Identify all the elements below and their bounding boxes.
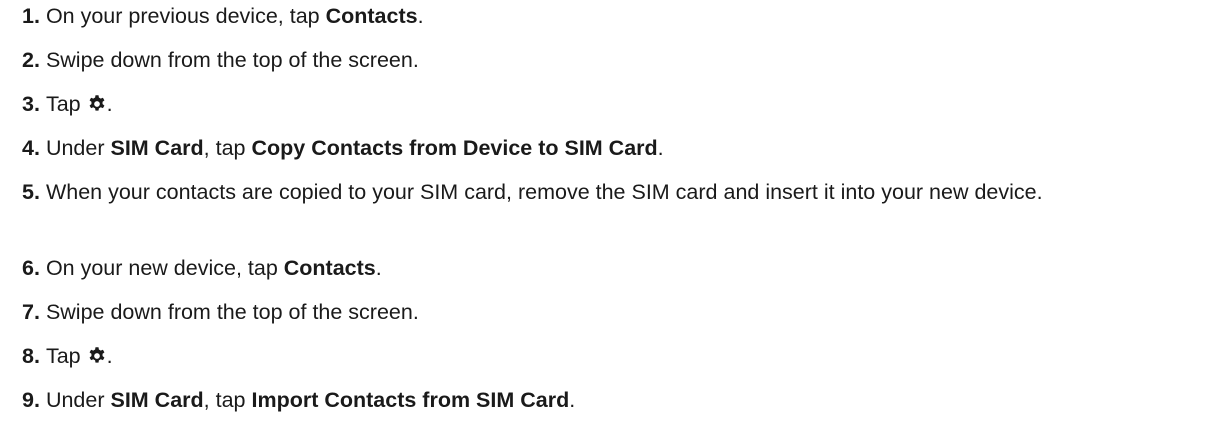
step-number: 1. xyxy=(22,4,40,28)
step-text-part: On your previous device, tap xyxy=(45,4,326,28)
step-number: 4. xyxy=(22,136,40,160)
step-text: Tap . xyxy=(46,341,1195,372)
step-number: 2. xyxy=(22,48,40,72)
step-number: 3. xyxy=(22,92,40,116)
step-8: 8. Tap . xyxy=(22,341,1195,372)
step-text: On your previous device, tap Contacts. xyxy=(46,1,1195,32)
step-text: Swipe down from the top of the screen. xyxy=(45,300,419,324)
contacts-label: Contacts xyxy=(325,4,418,28)
contacts-label: Contacts xyxy=(283,256,376,280)
step-text-part: , tap xyxy=(203,388,252,412)
step-text: Under SIM Card, tap Import Contacts from… xyxy=(46,385,1195,416)
step-text-part: Tap xyxy=(45,92,87,116)
step-text: Under SIM Card, tap Copy Contacts from D… xyxy=(46,133,1195,164)
sim-card-label: SIM Card xyxy=(110,136,204,160)
step-1: 1. On your previous device, tap Contacts… xyxy=(22,1,1195,32)
step-text-part: On your new device, tap xyxy=(45,256,284,280)
gear-icon xyxy=(89,95,104,111)
step-number: 7. xyxy=(22,300,40,324)
import-contacts-label: Import Contacts from SIM Card xyxy=(251,388,570,412)
step-5: 5. When your contacts are copied to your… xyxy=(22,177,1195,208)
step-text-part: . xyxy=(569,388,576,412)
step-text-part: Under xyxy=(45,136,111,160)
step-text-part: . xyxy=(106,92,113,116)
step-3: 3. Tap . xyxy=(22,89,1195,120)
step-text: Tap . xyxy=(46,89,1195,120)
step-text-part: . xyxy=(657,136,664,160)
step-text-part: . xyxy=(106,344,113,368)
step-text-part: Under xyxy=(45,388,111,412)
step-6: 6. On your new device, tap Contacts. xyxy=(22,253,1195,284)
step-text: When your contacts are copied to your SI… xyxy=(45,180,1043,204)
gear-icon xyxy=(89,347,104,363)
step-7: 7. Swipe down from the top of the screen… xyxy=(22,297,1195,328)
step-text-part: Tap xyxy=(45,344,87,368)
step-4: 4. Under SIM Card, tap Copy Contacts fro… xyxy=(22,133,1195,164)
step-text-part: . xyxy=(375,256,382,280)
sim-card-label: SIM Card xyxy=(110,388,204,412)
step-text-part: . xyxy=(417,4,424,28)
step-text-part: , tap xyxy=(203,136,252,160)
step-text: On your new device, tap Contacts. xyxy=(46,253,1195,284)
step-text: Swipe down from the top of the screen. xyxy=(45,48,419,72)
instruction-steps: 1. On your previous device, tap Contacts… xyxy=(0,0,1215,431)
step-number: 8. xyxy=(22,344,40,368)
step-number: 5. xyxy=(22,180,40,204)
step-2: 2. Swipe down from the top of the screen… xyxy=(22,45,1195,76)
step-9: 9. Under SIM Card, tap Import Contacts f… xyxy=(22,385,1195,416)
step-number: 6. xyxy=(22,256,40,280)
step-number: 9. xyxy=(22,388,40,412)
copy-contacts-label: Copy Contacts from Device to SIM Card xyxy=(251,136,658,160)
